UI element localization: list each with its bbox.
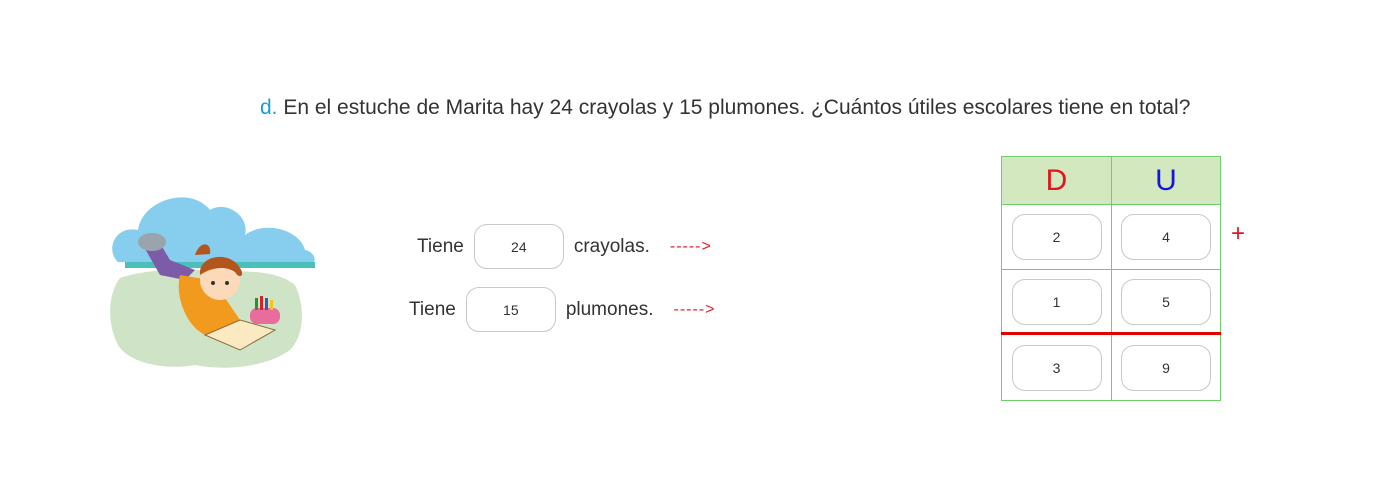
plus-sign: +	[1231, 220, 1246, 247]
result-unidades-input[interactable]: 9	[1121, 344, 1211, 391]
cell-addend1-u: 4	[1111, 204, 1221, 270]
header-unidades: U	[1111, 156, 1221, 205]
crayolas-row: Tiene 24 crayolas. ----->	[417, 224, 712, 269]
plumones-row: Tiene 15 plumones. ----->	[409, 287, 715, 332]
header-decenas: D	[1001, 156, 1112, 205]
question-body: En el estuche de Marita hay 24 crayolas …	[283, 96, 1191, 119]
question-text: d. En el estuche de Marita hay 24 crayol…	[260, 96, 1190, 120]
cell-addend2-u: 5	[1111, 269, 1221, 335]
crayolas-input[interactable]: 24	[473, 224, 564, 269]
addend1-unidades-input[interactable]: 4	[1121, 214, 1211, 260]
result-decenas-input[interactable]: 3	[1011, 344, 1102, 391]
cell-result-u: 9	[1111, 334, 1221, 401]
sum-line	[1001, 332, 1221, 335]
cell-addend1-d: 2	[1001, 204, 1112, 270]
crayolas-prefix: Tiene	[417, 235, 464, 257]
cell-addend2-d: 1	[1001, 269, 1112, 335]
girl-drawing-illustration	[110, 197, 315, 368]
crayolas-suffix: crayolas.	[573, 235, 650, 257]
plumones-suffix: plumones.	[565, 298, 654, 320]
plumones-prefix: Tiene	[409, 298, 456, 320]
addend2-decenas-input[interactable]: 1	[1011, 279, 1102, 325]
plumones-arrow: ----->	[673, 300, 716, 318]
addend2-unidades-input[interactable]: 5	[1121, 279, 1211, 325]
crayolas-arrow: ----->	[669, 237, 712, 255]
question-letter: d.	[260, 96, 278, 119]
addend1-decenas-input[interactable]: 2	[1011, 214, 1102, 260]
plumones-input[interactable]: 15	[465, 287, 556, 332]
cell-result-d: 3	[1001, 334, 1112, 401]
